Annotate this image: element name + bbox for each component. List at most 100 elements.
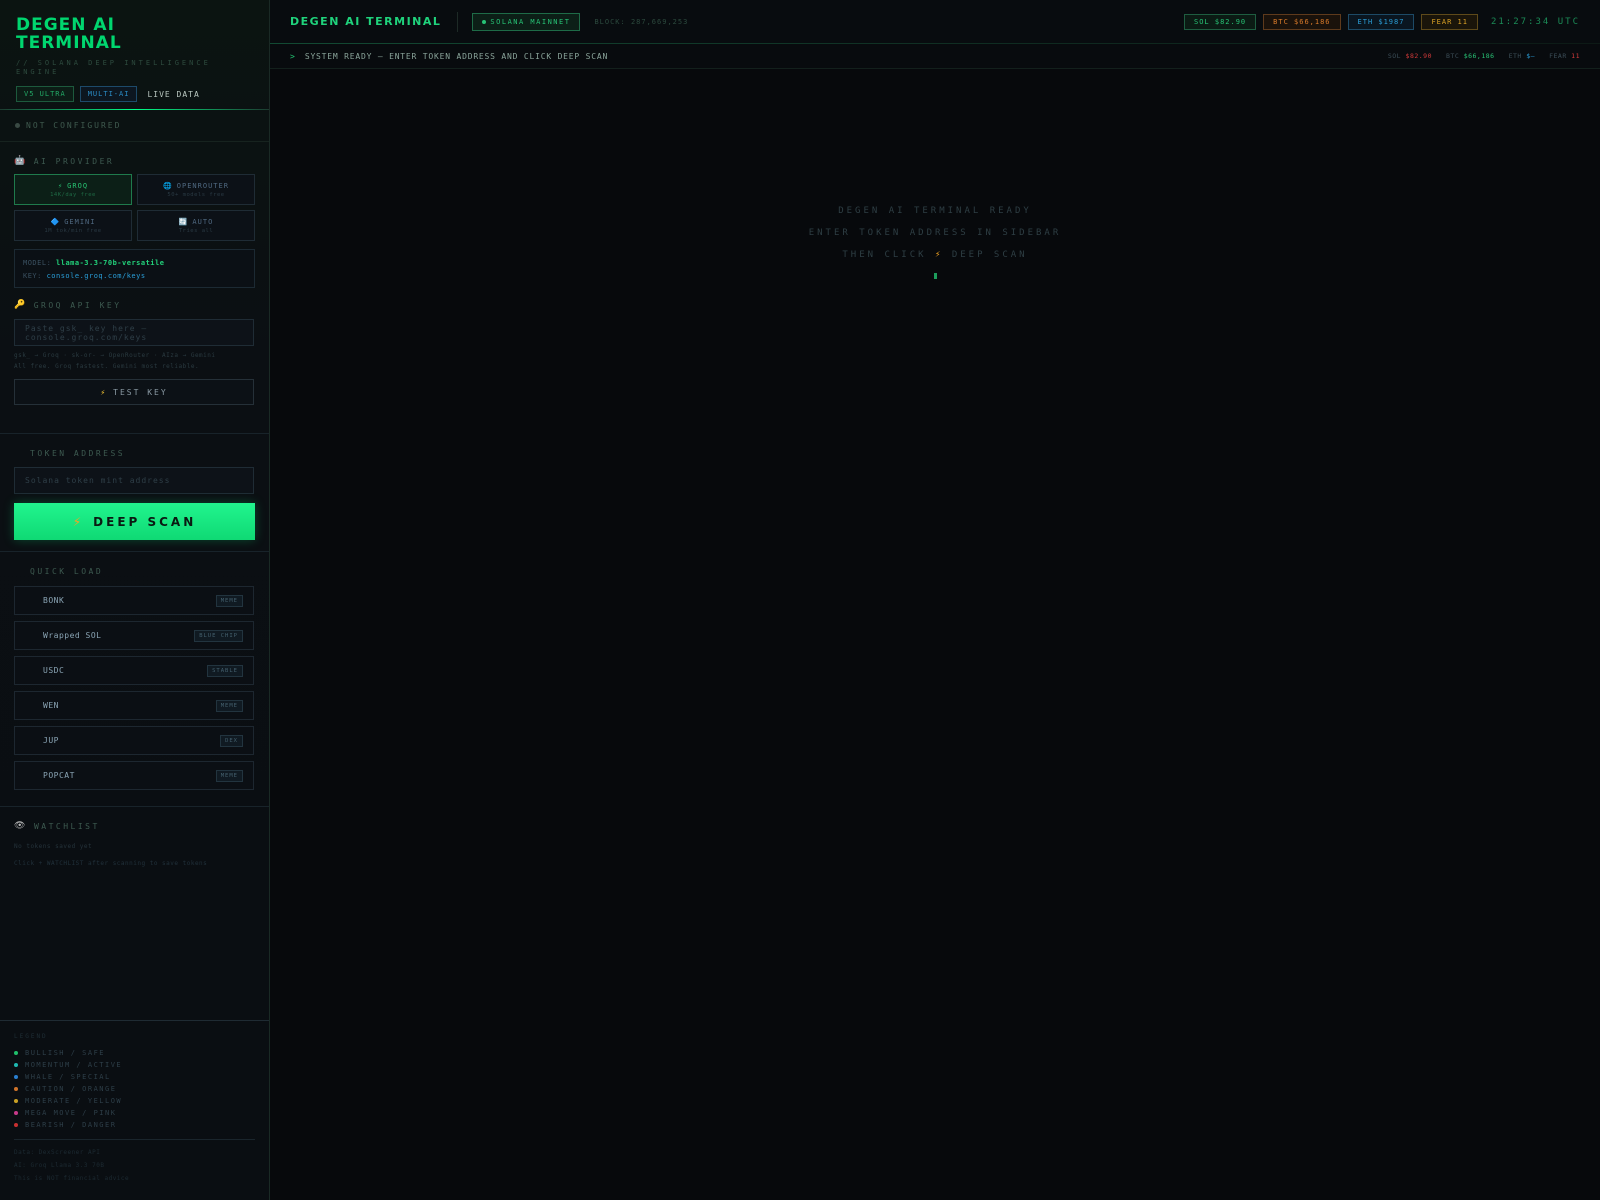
token-address-label: TOKEN ADDRESS: [30, 448, 126, 458]
provider-name: 🌐 OPENROUTER: [163, 182, 229, 190]
btc-price-badge: BTC $66,186: [1263, 13, 1341, 30]
watchlist-label-text: WATCHLIST: [33, 821, 100, 831]
api-key-label: 🔑 GROQ API KEY: [14, 298, 255, 312]
provider-desc: Tries all: [178, 227, 214, 234]
mini-ticker-eth: ETH $—: [1509, 52, 1536, 60]
quick-item-tag: MEME: [215, 699, 243, 712]
ready-line-3-post: DEEP SCAN: [951, 250, 1028, 260]
network-dot-icon: [482, 19, 487, 24]
quick-item-name: WEN: [43, 701, 59, 710]
api-key-label-text: GROQ API KEY: [33, 300, 122, 310]
version-badges: V5 ULTRA MULTI-AI LIVE DATA: [16, 86, 253, 102]
ready-message: DEGEN AI TERMINAL READY ENTER TOKEN ADDR…: [270, 200, 1600, 279]
watchlist-hint-text: Click + WATCHLIST after scanning to save…: [14, 860, 208, 867]
eye-icon: 👁: [14, 821, 28, 831]
ticker-label: ETH: [1508, 52, 1522, 60]
quick-item-name: Wrapped SOL: [43, 631, 102, 640]
legend-item: BULLISH / SAFE: [14, 1047, 255, 1059]
quick-load-wrapped-sol[interactable]: Wrapped SOL BLUE CHIP: [14, 621, 254, 650]
quick-load-bonk[interactable]: BONK MEME: [14, 586, 254, 615]
provider-desc: 1M tok/min free: [44, 227, 102, 234]
legend-list: BULLISH / SAFE MOMENTUM / ACTIVE WHALE / S…: [14, 1047, 255, 1131]
config-status-text: NOT CONFIGURED: [26, 121, 122, 130]
quick-item-tag: STABLE: [207, 664, 243, 677]
model-line: MODEL: llama-3.3-70b-versatile: [23, 257, 246, 270]
quick-load-popcat[interactable]: POPCAT MEME: [14, 761, 254, 790]
legend-panel: LEGEND BULLISH / SAFE MOMENTUM / ACTIVE WH…: [0, 1020, 269, 1200]
footer-line: Data: DexScreener API: [14, 1149, 101, 1156]
quick-item-name: BONK: [43, 596, 65, 605]
token-section: TOKEN ADDRESS Solana token mint address …: [0, 434, 269, 540]
api-key-hint: gsk_ → Groq · sk-or- → OpenRouter · AIza…: [14, 350, 255, 372]
ticker-value: $66,186: [1463, 52, 1495, 60]
badge-live-data: LIVE DATA: [147, 89, 200, 99]
badge-version: V5 ULTRA: [16, 86, 74, 102]
legend-item: BEARISH / DANGER: [14, 1119, 255, 1131]
ready-line-1: DEGEN AI TERMINAL READY: [838, 206, 1032, 216]
blinking-cursor: [933, 273, 937, 279]
quick-load-usdc[interactable]: USDC STABLE: [14, 656, 254, 685]
test-key-label: TEST KEY: [113, 387, 168, 397]
legend-label: BULLISH / SAFE: [25, 1049, 106, 1057]
legend-label: MOMENTUM / ACTIVE: [25, 1061, 123, 1069]
legend-divider: [14, 1139, 255, 1140]
quick-load-jup[interactable]: JUP DEX: [14, 726, 254, 755]
quick-load-wen[interactable]: WEN MEME: [14, 691, 254, 720]
provider-grid: ⚡ GROQ 14K/day free 🌐 OPENROUTER 50+ model…: [14, 174, 255, 241]
ticker-label: SOL: [1387, 52, 1402, 60]
legend-dot-icon: [14, 1123, 18, 1127]
test-key-button[interactable]: ⚡ TEST KEY: [14, 379, 254, 405]
legend-label: BEARISH / DANGER: [25, 1121, 117, 1129]
mini-ticker-fear: FEAR 11: [1549, 52, 1580, 60]
provider-name-text: AUTO: [192, 217, 214, 226]
ai-provider-label-text: AI PROVIDER: [33, 156, 115, 166]
watchlist-label: 👁 WATCHLIST: [14, 819, 255, 833]
deep-scan-button[interactable]: ⚡ DEEP SCAN: [14, 503, 255, 540]
provider-name: ⚡ GROQ: [58, 182, 88, 190]
provider-desc: 50+ models free: [167, 191, 225, 198]
provider-openrouter-button[interactable]: 🌐 OPENROUTER 50+ models free: [137, 174, 255, 205]
model-label: MODEL:: [23, 259, 52, 267]
quick-item-tag: BLUE CHIP: [194, 629, 243, 642]
provider-auto-button[interactable]: 🔄 AUTO Tries all: [137, 210, 255, 241]
legend-dot-icon: [14, 1099, 18, 1103]
terminal-title: DEGEN AI TERMINAL: [290, 15, 442, 28]
api-key-input[interactable]: Paste gsk_ key here — console.groq.com/k…: [14, 319, 254, 346]
config-status: NOT CONFIGURED: [0, 110, 269, 142]
quick-item-tag: MEME: [215, 769, 243, 782]
app-root: DEGEN AI TERMINAL // SOLANA DEEP INTELLI…: [0, 0, 1600, 1200]
key-link[interactable]: console.groq.com/keys: [47, 272, 146, 280]
legend-label: MODERATE / YELLOW: [25, 1097, 123, 1105]
legend-dot-icon: [14, 1087, 18, 1091]
legend-item: MEGA MOVE / PINK: [14, 1107, 255, 1119]
provider-gemini-button[interactable]: 🔷 GEMINI 1M tok/min free: [14, 210, 132, 241]
status-message: SYSTEM READY — ENTER TOKEN ADDRESS AND C…: [304, 51, 609, 61]
top-bar: DEGEN AI TERMINAL SOLANA MAINNET BLOCK: …: [270, 0, 1600, 44]
ticker-value: $82.90: [1405, 52, 1433, 60]
refresh-icon: 🔄: [178, 217, 189, 226]
model-info-box: MODEL: llama-3.3-70b-versatile KEY: cons…: [14, 249, 255, 288]
legend-item: WHALE / SPECIAL: [14, 1071, 255, 1083]
api-key-hint-line: All free. Groq fastest. Gemini most reli…: [14, 363, 200, 370]
ticker-value: $—: [1526, 52, 1536, 60]
legend-dot-icon: [14, 1111, 18, 1115]
bolt-icon: ⚡: [72, 514, 85, 529]
ticker-label: FEAR: [1549, 52, 1567, 60]
brand-block: DEGEN AI TERMINAL // SOLANA DEEP INTELLI…: [0, 0, 269, 110]
key-icon: 🔑: [14, 300, 28, 310]
api-key-hint-line: gsk_ → Groq · sk-or- → OpenRouter · AIza…: [14, 352, 216, 359]
badge-multi-ai: MULTI-AI: [79, 86, 138, 102]
model-value: llama-3.3-70b-versatile: [56, 259, 165, 267]
key-link-label: KEY:: [23, 272, 42, 280]
mini-ticker-sol: SOL $82.90: [1388, 52, 1432, 60]
provider-name-text: GEMINI: [64, 217, 96, 226]
legend-item: MODERATE / YELLOW: [14, 1095, 255, 1107]
bolt-icon: ⚡: [934, 250, 944, 260]
eth-price-badge: ETH $1987: [1347, 13, 1415, 30]
provider-groq-button[interactable]: ⚡ GROQ 14K/day free: [14, 174, 132, 205]
provider-name-text: OPENROUTER: [176, 181, 229, 190]
token-address-input[interactable]: Solana token mint address: [14, 467, 254, 494]
quick-load-label: QUICK LOAD: [30, 566, 104, 576]
quick-item-name: JUP: [43, 736, 59, 745]
main-panel: DEGEN AI TERMINAL SOLANA MAINNET BLOCK: …: [270, 0, 1600, 1200]
